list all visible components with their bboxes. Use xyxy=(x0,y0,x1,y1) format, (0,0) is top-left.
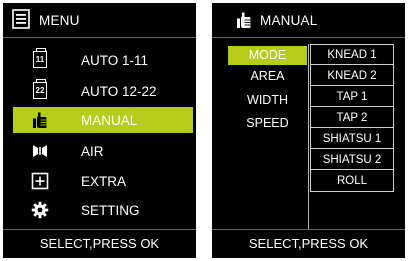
air-pressure-icon xyxy=(33,145,47,157)
hand-icon xyxy=(237,12,251,28)
menu-item-extra[interactable]: EXTRA xyxy=(13,168,193,194)
option-shiatsu-2[interactable]: SHIATSU 2 xyxy=(311,150,393,170)
option-knead-2[interactable]: KNEAD 2 xyxy=(311,66,393,86)
header-divider xyxy=(3,37,196,38)
hand-icon xyxy=(33,112,47,128)
footer-divider xyxy=(212,229,405,230)
gear-icon xyxy=(31,201,49,219)
manual-panel: MANUAL MODE AREA WIDTH SPEED KNEAD 1 KNE… xyxy=(212,3,405,258)
manual-header: MANUAL xyxy=(212,3,405,37)
menu-header: MENU xyxy=(3,3,196,37)
plus-box-icon xyxy=(31,172,49,190)
category-width[interactable]: WIDTH xyxy=(228,91,307,110)
menu-item-label: AUTO 12-22 xyxy=(81,84,157,99)
category-area[interactable]: AREA xyxy=(228,67,307,86)
header-divider xyxy=(212,37,405,38)
footer-divider xyxy=(3,229,196,230)
main-menu-panel: MENU 11 AUTO 1-11 22 AUTO 12-22 MANUAL A… xyxy=(3,3,196,258)
footer-hint: SELECT,PRESS OK xyxy=(39,236,160,251)
category-speed[interactable]: SPEED xyxy=(228,114,307,133)
menu-item-label: MANUAL xyxy=(81,113,138,128)
manual-title: MANUAL xyxy=(260,13,318,28)
menu-item-label: AUTO 1-11 xyxy=(81,53,149,68)
menu-item-setting[interactable]: SETTING xyxy=(13,197,193,223)
menu-item-auto-12-22[interactable]: 22 AUTO 12-22 xyxy=(13,78,193,104)
footer-hint: SELECT,PRESS OK xyxy=(248,236,369,251)
category-mode[interactable]: MODE xyxy=(228,46,307,65)
program-11-icon: 11 xyxy=(33,48,47,68)
menu-title: MENU xyxy=(39,13,80,28)
program-22-icon: 22 xyxy=(33,79,47,99)
menu-item-label: AIR xyxy=(81,144,104,159)
option-roll[interactable]: ROLL xyxy=(311,171,393,191)
menu-item-label: SETTING xyxy=(81,203,140,218)
option-tap-1[interactable]: TAP 1 xyxy=(311,87,393,107)
menu-list-icon xyxy=(12,9,30,29)
mode-options-list: KNEAD 1 KNEAD 2 TAP 1 TAP 2 SHIATSU 1 SH… xyxy=(310,44,394,192)
option-knead-1[interactable]: KNEAD 1 xyxy=(311,45,393,65)
option-tap-2[interactable]: TAP 2 xyxy=(311,108,393,128)
menu-item-manual[interactable]: MANUAL xyxy=(13,107,193,133)
menu-item-auto-1-11[interactable]: 11 AUTO 1-11 xyxy=(13,47,193,73)
menu-item-label: EXTRA xyxy=(81,174,127,189)
column-divider xyxy=(308,44,309,229)
menu-item-air[interactable]: AIR xyxy=(13,138,193,164)
option-shiatsu-1[interactable]: SHIATSU 1 xyxy=(311,129,393,149)
